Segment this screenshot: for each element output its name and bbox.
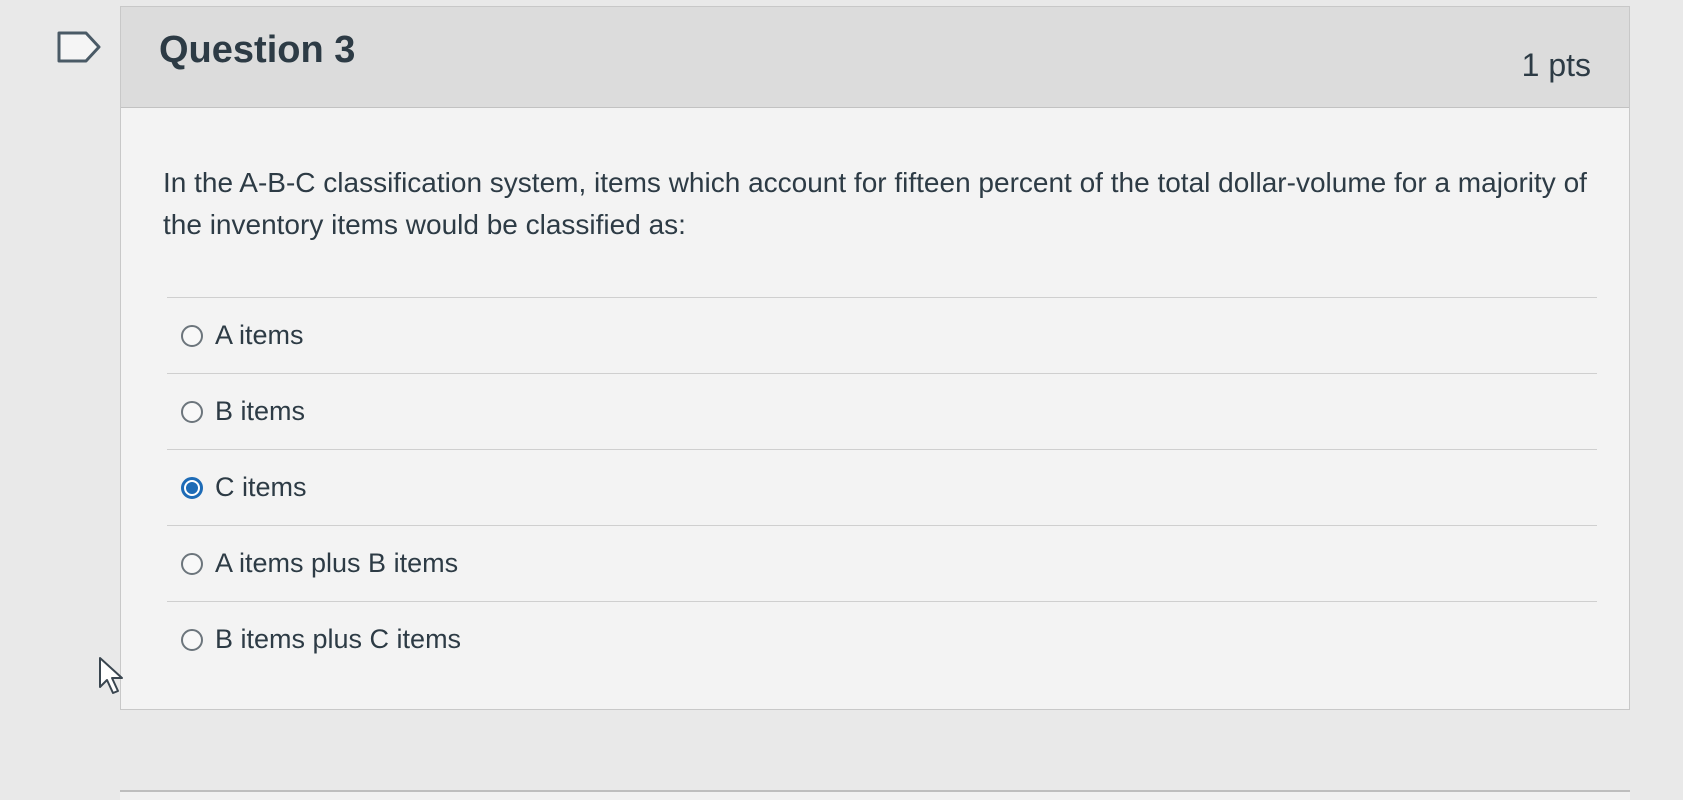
question-points: 1 pts (1521, 47, 1591, 83)
radio-button[interactable] (181, 400, 203, 423)
radio-button[interactable] (181, 628, 203, 651)
answer-option-d[interactable]: A items plus B items (167, 526, 1597, 601)
next-card-edge (120, 790, 1630, 800)
answer-option-c[interactable]: C items (167, 450, 1597, 525)
radio-button[interactable] (181, 324, 203, 347)
question-card: Question 3 1 pts In the A-B-C classifica… (120, 6, 1630, 710)
answer-label: B items (215, 396, 306, 426)
flag-question-icon[interactable] (56, 30, 104, 64)
answer-label: A items (215, 320, 304, 350)
answer-option-a[interactable]: A items (167, 298, 1597, 373)
answer-option-e[interactable]: B items plus C items (167, 602, 1597, 677)
answer-label: A items plus B items (215, 548, 459, 578)
question-title: Question 3 (159, 29, 356, 71)
radio-button[interactable] (181, 552, 203, 575)
answer-label: B items plus C items (215, 624, 462, 654)
question-text: In the A-B-C classification system, item… (163, 167, 1587, 240)
answer-label: C items (215, 472, 307, 502)
answer-list: A items B items C items A items plus B i… (167, 297, 1597, 677)
question-header: Question 3 1 pts (121, 7, 1629, 108)
answer-option-b[interactable]: B items (167, 374, 1597, 449)
radio-button-selected[interactable] (181, 476, 203, 499)
mouse-pointer-icon (96, 655, 130, 697)
